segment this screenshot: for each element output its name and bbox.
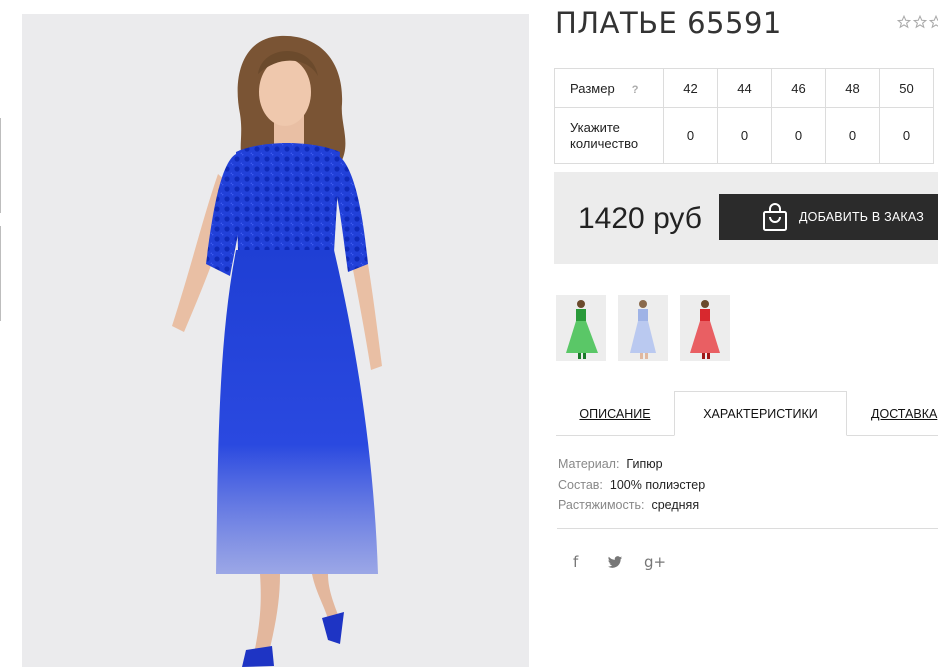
product-main-image[interactable]: [22, 14, 529, 667]
divider: [557, 528, 938, 529]
size-help-icon[interactable]: ?: [632, 84, 639, 96]
size-quantity-table: Размер? 42 44 46 48 50 Укажите количеств…: [554, 68, 934, 164]
quantity-input[interactable]: 0: [825, 107, 880, 164]
quantity-label-cell: Укажите количество: [554, 107, 664, 164]
star-outline-icon[interactable]: [897, 15, 911, 29]
add-to-order-button[interactable]: ДОБАВИТЬ В ЗАКАЗ: [719, 194, 938, 240]
spec-row: Состав: 100% полиэстер: [558, 475, 705, 496]
spec-row: Растяжимость: средняя: [558, 495, 705, 516]
star-outline-icon[interactable]: [913, 15, 927, 29]
spec-key: Состав:: [558, 477, 603, 492]
size-label: Размер: [570, 80, 615, 96]
twitter-icon[interactable]: [607, 555, 623, 573]
size-cell: 42: [663, 68, 718, 108]
rating-stars[interactable]: [897, 15, 938, 29]
spec-value: Гипюр: [626, 457, 663, 471]
spec-key: Растяжимость:: [558, 498, 645, 512]
thumbnail-green-dress[interactable]: [556, 295, 606, 361]
quantity-label-line2: количество: [570, 135, 639, 151]
spec-row: Материал: Гипюр: [558, 454, 705, 475]
left-edge-line: [0, 118, 1, 213]
price-box: 1420 руб ДОБАВИТЬ В ЗАКАЗ: [554, 172, 938, 264]
left-edge-line: [0, 226, 1, 321]
facebook-icon[interactable]: f: [573, 553, 578, 571]
quantity-input[interactable]: 0: [663, 107, 718, 164]
size-cell: 46: [771, 68, 826, 108]
spec-value: 100% полиэстер: [609, 477, 706, 492]
dress-model-illustration: [172, 35, 382, 667]
tab-delivery[interactable]: ДОСТАВКА: [847, 391, 938, 436]
quantity-input[interactable]: 0: [771, 107, 826, 164]
size-row: Размер? 42 44 46 48 50: [554, 68, 934, 108]
size-cell: 50: [879, 68, 934, 108]
tab-characteristics[interactable]: ХАРАКТЕРИСТИКИ: [674, 391, 847, 436]
quantity-label-line1: Укажите: [570, 119, 620, 135]
size-label-cell: Размер?: [554, 68, 664, 108]
thumbnail-light-blue-dress[interactable]: [618, 295, 668, 361]
product-price: 1420 руб: [578, 202, 702, 235]
spec-key: Материал:: [558, 457, 620, 471]
quantity-input[interactable]: 0: [879, 107, 934, 164]
thumbnail-red-dress[interactable]: [680, 295, 730, 361]
size-cell: 44: [717, 68, 772, 108]
product-title: ПЛАТЬЕ 65591: [555, 6, 782, 40]
quantity-input[interactable]: 0: [717, 107, 772, 164]
google-plus-icon[interactable]: g+: [644, 553, 666, 571]
spec-value: средняя: [651, 498, 700, 512]
add-to-order-label: ДОБАВИТЬ В ЗАКАЗ: [799, 210, 925, 224]
shopping-bag-icon: [761, 202, 789, 232]
product-tabs: ОПИСАНИЕ ХАРАКТЕРИСТИКИ ДОСТАВКА: [556, 391, 938, 436]
quantity-row: Укажите количество 0 0 0 0 0: [554, 107, 934, 164]
characteristics-list: Материал: Гипюр Состав: 100% полиэстер Рас…: [558, 454, 705, 516]
size-cell: 48: [825, 68, 880, 108]
tab-description[interactable]: ОПИСАНИЕ: [556, 391, 674, 436]
star-outline-icon[interactable]: [929, 15, 938, 29]
